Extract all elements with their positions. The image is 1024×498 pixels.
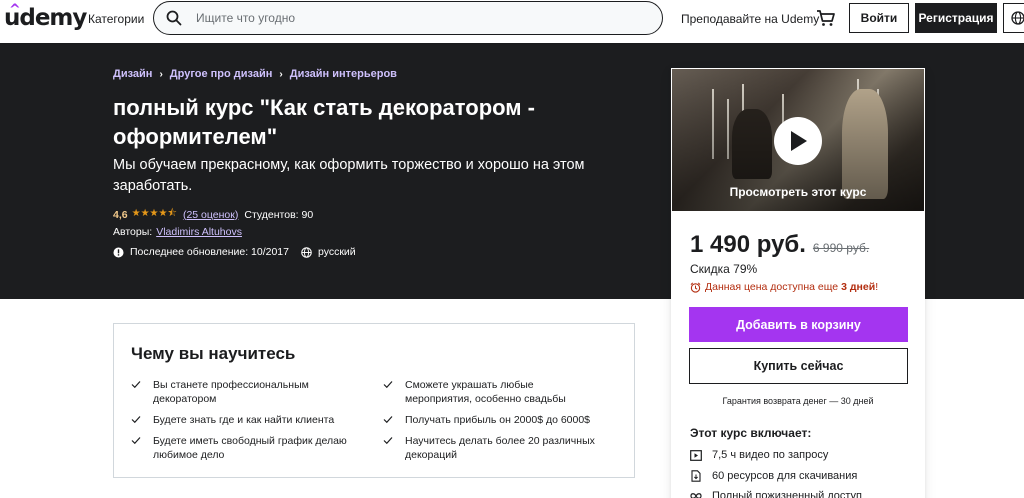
- infinity-icon: [690, 493, 702, 498]
- deadline-end: !: [875, 281, 879, 293]
- deadline-days: 3 дней: [841, 281, 876, 293]
- breadcrumb-design[interactable]: Дизайн: [113, 68, 152, 80]
- include-item: 60 ресурсов для скачивания: [690, 470, 857, 482]
- learn-item: Научитесь делать более 20 различных деко…: [383, 434, 603, 462]
- categories-menu[interactable]: Категории: [88, 12, 144, 26]
- authors-label: Авторы:: [113, 226, 153, 238]
- alert-icon: [113, 247, 124, 257]
- search-bar[interactable]: [153, 1, 663, 35]
- signup-button[interactable]: Регистрация: [915, 3, 997, 33]
- globe-icon: [1011, 11, 1024, 25]
- learn-item: Сможете украшать любые мероприятия, особ…: [383, 378, 603, 406]
- rating-row: 4,6 ★★★★⯪ (25 оценок) Студентов: 90: [113, 206, 313, 223]
- breadcrumb-interior-design[interactable]: Дизайн интерьеров: [290, 68, 397, 80]
- include-item: Полный пожизненный доступ: [690, 490, 862, 498]
- learn-item: Получать прибыль он 2000$ до 6000$: [383, 413, 603, 427]
- learn-title: Чему вы научитесь: [131, 344, 296, 363]
- price-row: 1 490 руб. 6 990 руб.: [690, 231, 869, 259]
- deadline-text: Данная цена доступна еще: [705, 281, 839, 293]
- breadcrumb-other-design[interactable]: Другое про дизайн: [170, 68, 273, 80]
- students-count: Студентов: 90: [244, 208, 314, 221]
- video-icon: [690, 449, 702, 461]
- cart-icon[interactable]: [816, 9, 836, 27]
- play-icon: [791, 131, 807, 151]
- check-icon: [131, 437, 141, 445]
- learn-item-text: Научитесь делать более 20 различных деко…: [405, 435, 595, 461]
- include-item: 7,5 ч видео по запросу: [690, 449, 828, 461]
- breadcrumb: Дизайн › Другое про дизайн › Дизайн инте…: [113, 68, 397, 80]
- search-icon[interactable]: [166, 10, 182, 26]
- check-icon: [383, 416, 393, 424]
- language-button[interactable]: [1003, 3, 1024, 33]
- course-title: полный курс "Как стать декоратором - офо…: [113, 95, 536, 149]
- star-rating-icon: ★★★★⯪: [131, 208, 177, 219]
- reviews-link[interactable]: (25 оценок): [183, 209, 238, 221]
- meta-row: Последнее обновление: 10/2017 русский: [113, 246, 356, 258]
- teach-link[interactable]: Преподавайте на Udemy: [681, 12, 819, 26]
- language-info: русский: [301, 246, 356, 258]
- purchase-card: Просмотреть этот курс 1 490 руб. 6 990 р…: [671, 68, 925, 498]
- check-icon: [131, 381, 141, 389]
- check-icon: [131, 416, 141, 424]
- learn-item-text: Сможете украшать любые мероприятия, особ…: [405, 379, 566, 405]
- money-back-guarantee: Гарантия возврата денег — 30 дней: [722, 396, 874, 406]
- learn-item-text: Будете иметь свободный график делаю люби…: [153, 435, 347, 461]
- original-price: 6 990 руб.: [812, 241, 870, 255]
- alarm-clock-icon: [690, 282, 701, 293]
- preview-label[interactable]: Просмотреть этот курс: [672, 185, 924, 199]
- include-item-text: Полный пожизненный доступ: [712, 490, 862, 498]
- course-subtitle: Мы обучаем прекрасному, как оформить тор…: [113, 157, 585, 194]
- include-item-text: 60 ресурсов для скачивания: [712, 470, 858, 482]
- learn-item-text: Будете знать где и как найти клиента: [153, 414, 335, 426]
- include-item-text: 7,5 ч видео по запросу: [712, 449, 829, 461]
- course-preview[interactable]: Просмотреть этот курс: [672, 69, 924, 211]
- author-link[interactable]: Vladimirs Altuhovs: [156, 226, 242, 238]
- globe-icon: [301, 246, 312, 258]
- logo-cap-icon: ^: [9, 2, 21, 18]
- learn-item-text: Вы станете профессиональным декоратором: [153, 379, 309, 405]
- udemy-logo[interactable]: udemy ^: [4, 2, 87, 31]
- file-icon: [691, 470, 701, 482]
- buy-now-button[interactable]: Купить сейчас: [689, 348, 908, 384]
- authors-row: Авторы: Vladimirs Altuhovs: [113, 226, 242, 238]
- login-button[interactable]: Войти: [849, 3, 909, 33]
- learn-item: Вы станете профессиональным декоратором: [131, 378, 351, 406]
- add-to-cart-button[interactable]: Добавить в корзину: [689, 307, 908, 342]
- chevron-right-icon: ›: [279, 68, 283, 80]
- check-icon: [383, 437, 393, 445]
- search-input[interactable]: [196, 11, 636, 25]
- current-price: 1 490 руб.: [690, 231, 806, 258]
- includes-title: Этот курс включает:: [690, 426, 812, 440]
- course-language: русский: [317, 246, 356, 258]
- what-you-will-learn: Чему вы научитесь Вы станете профессиона…: [113, 323, 635, 478]
- discount-label: Скидка 79%: [690, 262, 758, 276]
- chevron-right-icon: ›: [159, 68, 163, 80]
- play-button[interactable]: [774, 117, 822, 165]
- last-update: Последнее обновление: 10/2017: [130, 246, 289, 258]
- top-nav: udemy ^ Категории Преподавайте на Udemy …: [0, 0, 1024, 43]
- rating-value: 4,6: [113, 208, 128, 221]
- learn-item-text: Получать прибыль он 2000$ до 6000$: [405, 414, 591, 426]
- price-deadline: Данная цена доступна еще 3 дней!: [690, 281, 878, 293]
- learn-item: Будете знать где и как найти клиента: [131, 413, 351, 427]
- learn-item: Будете иметь свободный график делаю люби…: [131, 434, 351, 462]
- check-icon: [383, 381, 393, 389]
